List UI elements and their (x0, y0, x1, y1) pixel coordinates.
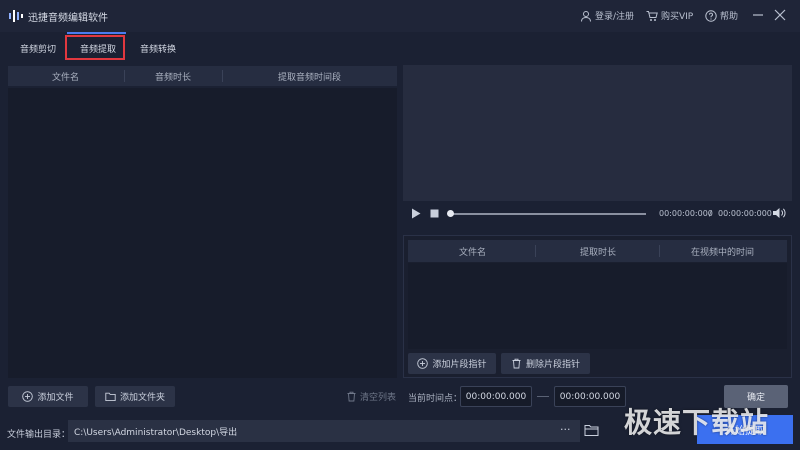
clear-list-label: 清空列表 (360, 393, 397, 403)
add-segment-pointer-label: 添加片段指针 (432, 360, 487, 370)
column-divider (222, 70, 223, 82)
add-file-label: 添加文件 (37, 393, 74, 403)
open-folder-icon[interactable] (584, 423, 599, 437)
minimize-icon[interactable] (750, 7, 766, 23)
progress-handle[interactable] (447, 210, 454, 217)
current-time: 00:00:00:000 (659, 209, 713, 218)
segment-table-header: 文件名 提取时长 在视频中的时间 (408, 240, 787, 262)
user-icon (581, 10, 591, 22)
current-time-point-label: 当前时间点： (408, 394, 463, 404)
vip-label: 购买VIP (661, 12, 694, 22)
column-extract-duration[interactable]: 提取时长 (580, 245, 616, 258)
tab-audio-convert[interactable]: 音频转换 (140, 42, 176, 55)
column-divider (124, 70, 125, 82)
time-range-dash (537, 396, 549, 397)
help-icon (705, 9, 717, 22)
app-logo-icon (9, 10, 23, 22)
output-directory-input[interactable] (68, 420, 580, 442)
file-table-header: 文件名 音频时长 提取音频时间段 (8, 66, 397, 86)
column-audio-duration[interactable]: 音频时长 (155, 70, 191, 83)
column-extract-range[interactable]: 提取音频时间段 (278, 70, 341, 83)
active-tab-indicator (67, 32, 126, 34)
column-file-name[interactable]: 文件名 (52, 70, 79, 83)
plus-circle-icon (22, 391, 34, 402)
add-folder-button[interactable]: 添加文件夹 (95, 386, 175, 407)
progress-track[interactable] (450, 213, 646, 215)
clear-list-button[interactable]: 清空列表 (346, 390, 396, 403)
add-segment-pointer-button[interactable]: 添加片段指针 (408, 353, 496, 374)
login-label: 登录/注册 (595, 12, 635, 22)
trash-icon (512, 358, 521, 369)
column-divider (535, 245, 536, 257)
segment-list-area[interactable] (408, 263, 787, 349)
folder-icon (105, 392, 116, 402)
column-divider (659, 245, 660, 257)
delete-segment-pointer-button[interactable]: 删除片段指针 (501, 353, 590, 374)
stop-icon[interactable] (430, 209, 439, 218)
column-segment-file-name[interactable]: 文件名 (459, 245, 486, 258)
cart-icon (646, 10, 658, 21)
tab-audio-extract[interactable]: 音频提取 (80, 42, 116, 55)
browse-more-button[interactable]: ··· (560, 423, 571, 436)
add-file-button[interactable]: 添加文件 (8, 386, 88, 407)
play-icon[interactable] (411, 208, 421, 219)
watermark: 极速下载站 (624, 406, 770, 439)
file-list-area[interactable] (8, 88, 397, 378)
delete-segment-pointer-label: 删除片段指针 (525, 360, 580, 370)
buy-vip-button[interactable]: 购买VIP (646, 9, 693, 22)
volume-icon[interactable] (772, 207, 786, 219)
start-time-input[interactable] (460, 386, 532, 407)
help-button[interactable]: 帮助 (705, 9, 738, 22)
app-title: 迅捷音频编辑软件 (28, 13, 108, 24)
total-time: 00:00:00:000 (718, 209, 772, 218)
login-button[interactable]: 登录/注册 (580, 9, 634, 22)
tab-audio-cut[interactable]: 音频剪切 (20, 42, 56, 55)
close-icon[interactable] (772, 7, 788, 23)
time-separator: / (709, 209, 712, 218)
column-time-in-video[interactable]: 在视频中的时间 (691, 245, 754, 258)
video-preview (403, 65, 792, 201)
help-label: 帮助 (720, 12, 739, 22)
add-folder-label: 添加文件夹 (119, 393, 165, 403)
end-time-input[interactable] (554, 386, 626, 407)
plus-circle-icon (417, 358, 429, 369)
trash-icon (347, 391, 356, 402)
output-directory-label: 文件输出目录： (7, 430, 71, 440)
